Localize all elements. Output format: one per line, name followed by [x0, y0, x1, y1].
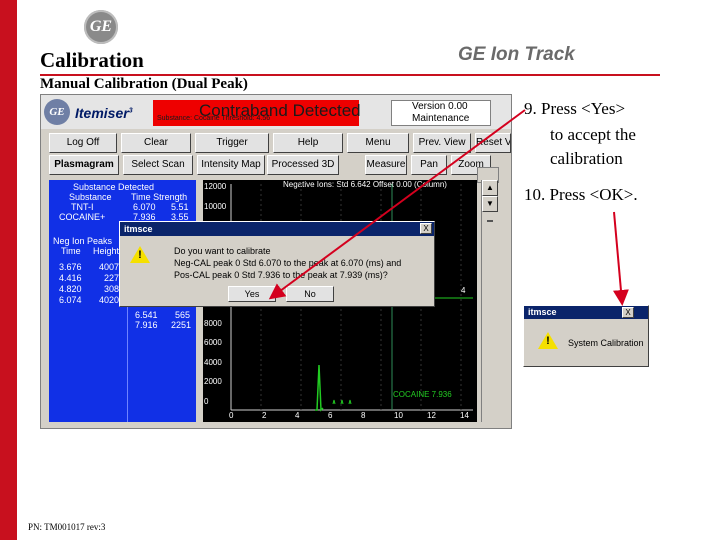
arrow-to-yes: [268, 109, 526, 300]
callout-arrows: [268, 109, 629, 306]
slide-footer: PN: TM001017 rev:3: [28, 522, 106, 532]
arrow-to-ok: [612, 211, 629, 306]
